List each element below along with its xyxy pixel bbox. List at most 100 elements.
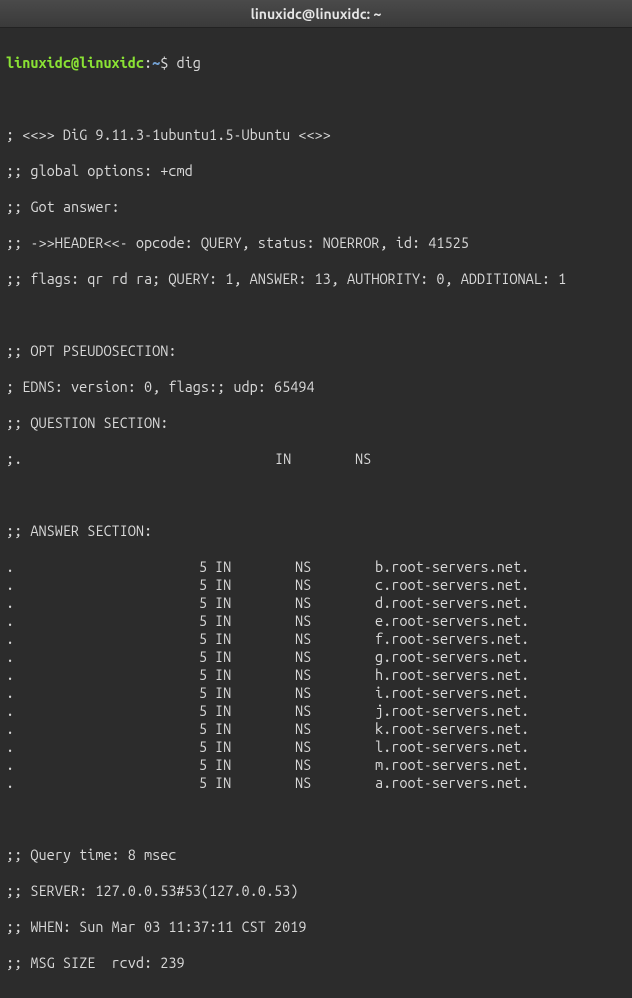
blank-line bbox=[6, 90, 626, 108]
answer-ns: NS bbox=[295, 702, 375, 720]
answer-host: l.root-servers.net. bbox=[375, 738, 529, 756]
answer-name: . bbox=[6, 558, 15, 576]
answer-in: IN bbox=[215, 684, 295, 702]
answer-name: . bbox=[6, 630, 15, 648]
answer-in: IN bbox=[215, 774, 295, 792]
answer-name: . bbox=[6, 720, 15, 738]
prompt-sep1: : bbox=[144, 54, 152, 71]
answer-host: k.root-servers.net. bbox=[375, 720, 529, 738]
answer-name: . bbox=[6, 612, 15, 630]
answer-row: .5INNSf.root-servers.net. bbox=[6, 630, 626, 648]
answer-name: . bbox=[6, 756, 15, 774]
answer-ns: NS bbox=[295, 666, 375, 684]
answer-row: .5INNSb.root-servers.net. bbox=[6, 558, 626, 576]
answer-host: f.root-servers.net. bbox=[375, 630, 529, 648]
answer-host: h.root-servers.net. bbox=[375, 666, 529, 684]
answer-ttl: 5 bbox=[15, 630, 215, 648]
answer-ttl: 5 bbox=[15, 702, 215, 720]
window-title: linuxidc@linuxidc: ~ bbox=[251, 6, 382, 22]
question-ns: NS bbox=[355, 450, 371, 468]
answer-host: g.root-servers.net. bbox=[375, 648, 529, 666]
dig-version: ; <<>> DiG 9.11.3-1ubuntu1.5-Ubuntu <<>> bbox=[6, 126, 626, 144]
answer-ns: NS bbox=[295, 630, 375, 648]
question-name: ;. bbox=[6, 450, 15, 468]
answer-in: IN bbox=[215, 612, 295, 630]
answer-ns: NS bbox=[295, 738, 375, 756]
answer-host: j.root-servers.net. bbox=[375, 702, 529, 720]
dig-header: ;; ->>HEADER<<- opcode: QUERY, status: N… bbox=[6, 234, 626, 252]
answer-in: IN bbox=[215, 720, 295, 738]
question-title: ;; QUESTION SECTION: bbox=[6, 414, 626, 432]
terminal-output[interactable]: linuxidc@linuxidc:~$ dig ; <<>> DiG 9.11… bbox=[0, 28, 632, 998]
footer-query-time: ;; Query time: 8 msec bbox=[6, 846, 626, 864]
answer-row: .5INNSi.root-servers.net. bbox=[6, 684, 626, 702]
prompt-user: linuxidc@linuxidc bbox=[6, 54, 144, 71]
dig-got-answer: ;; Got answer: bbox=[6, 198, 626, 216]
answer-name: . bbox=[6, 576, 15, 594]
answer-name: . bbox=[6, 666, 15, 684]
answer-name: . bbox=[6, 594, 15, 612]
dig-global-options: ;; global options: +cmd bbox=[6, 162, 626, 180]
footer-msg-size: ;; MSG SIZE rcvd: 239 bbox=[6, 954, 626, 972]
answer-name: . bbox=[6, 738, 15, 756]
answer-ttl: 5 bbox=[15, 720, 215, 738]
command-text: dig bbox=[177, 54, 201, 71]
answer-name: . bbox=[6, 684, 15, 702]
answer-in: IN bbox=[215, 558, 295, 576]
answer-row: .5INNSl.root-servers.net. bbox=[6, 738, 626, 756]
answer-row: .5INNSm.root-servers.net. bbox=[6, 756, 626, 774]
window-titlebar: linuxidc@linuxidc: ~ bbox=[0, 0, 632, 28]
answer-name: . bbox=[6, 648, 15, 666]
answer-ttl: 5 bbox=[15, 558, 215, 576]
footer-server: ;; SERVER: 127.0.0.53#53(127.0.0.53) bbox=[6, 882, 626, 900]
answer-ttl: 5 bbox=[15, 774, 215, 792]
answer-in: IN bbox=[215, 648, 295, 666]
answer-ns: NS bbox=[295, 756, 375, 774]
answer-in: IN bbox=[215, 756, 295, 774]
answer-in: IN bbox=[215, 594, 295, 612]
opt-title: ;; OPT PSEUDOSECTION: bbox=[6, 342, 626, 360]
opt-edns: ; EDNS: version: 0, flags:; udp: 65494 bbox=[6, 378, 626, 396]
answer-in: IN bbox=[215, 702, 295, 720]
answer-row: .5INNSc.root-servers.net. bbox=[6, 576, 626, 594]
answer-title: ;; ANSWER SECTION: bbox=[6, 522, 626, 540]
answer-host: m.root-servers.net. bbox=[375, 756, 529, 774]
answer-ttl: 5 bbox=[15, 612, 215, 630]
answer-ttl: 5 bbox=[15, 666, 215, 684]
answer-host: b.root-servers.net. bbox=[375, 558, 529, 576]
footer-when: ;; WHEN: Sun Mar 03 11:37:11 CST 2019 bbox=[6, 918, 626, 936]
answer-in: IN bbox=[215, 666, 295, 684]
answer-name: . bbox=[6, 774, 15, 792]
dig-flags: ;; flags: qr rd ra; QUERY: 1, ANSWER: 13… bbox=[6, 270, 626, 288]
blank-line bbox=[6, 486, 626, 504]
answer-host: d.root-servers.net. bbox=[375, 594, 529, 612]
answer-ttl: 5 bbox=[15, 738, 215, 756]
blank-line bbox=[6, 810, 626, 828]
answer-ns: NS bbox=[295, 648, 375, 666]
prompt-line: linuxidc@linuxidc:~$ dig bbox=[6, 54, 626, 72]
answer-ns: NS bbox=[295, 720, 375, 738]
answer-row: .5INNSg.root-servers.net. bbox=[6, 648, 626, 666]
answer-ttl: 5 bbox=[15, 648, 215, 666]
answer-in: IN bbox=[215, 576, 295, 594]
answer-name: . bbox=[6, 702, 15, 720]
answer-row: .5INNSk.root-servers.net. bbox=[6, 720, 626, 738]
answer-row: .5INNSj.root-servers.net. bbox=[6, 702, 626, 720]
question-row: ;.INNS bbox=[6, 450, 626, 468]
answer-ns: NS bbox=[295, 576, 375, 594]
blank-line bbox=[6, 306, 626, 324]
answer-ttl: 5 bbox=[15, 576, 215, 594]
answer-ns: NS bbox=[295, 684, 375, 702]
answer-in: IN bbox=[215, 738, 295, 756]
answer-ttl: 5 bbox=[15, 684, 215, 702]
answer-host: e.root-servers.net. bbox=[375, 612, 529, 630]
answer-row: .5INNSh.root-servers.net. bbox=[6, 666, 626, 684]
answer-in: IN bbox=[215, 630, 295, 648]
answer-row: .5INNSe.root-servers.net. bbox=[6, 612, 626, 630]
answer-ns: NS bbox=[295, 594, 375, 612]
answer-ttl: 5 bbox=[15, 594, 215, 612]
answer-ttl: 5 bbox=[15, 756, 215, 774]
answer-ns: NS bbox=[295, 612, 375, 630]
answer-ns: NS bbox=[295, 558, 375, 576]
answer-host: c.root-servers.net. bbox=[375, 576, 529, 594]
